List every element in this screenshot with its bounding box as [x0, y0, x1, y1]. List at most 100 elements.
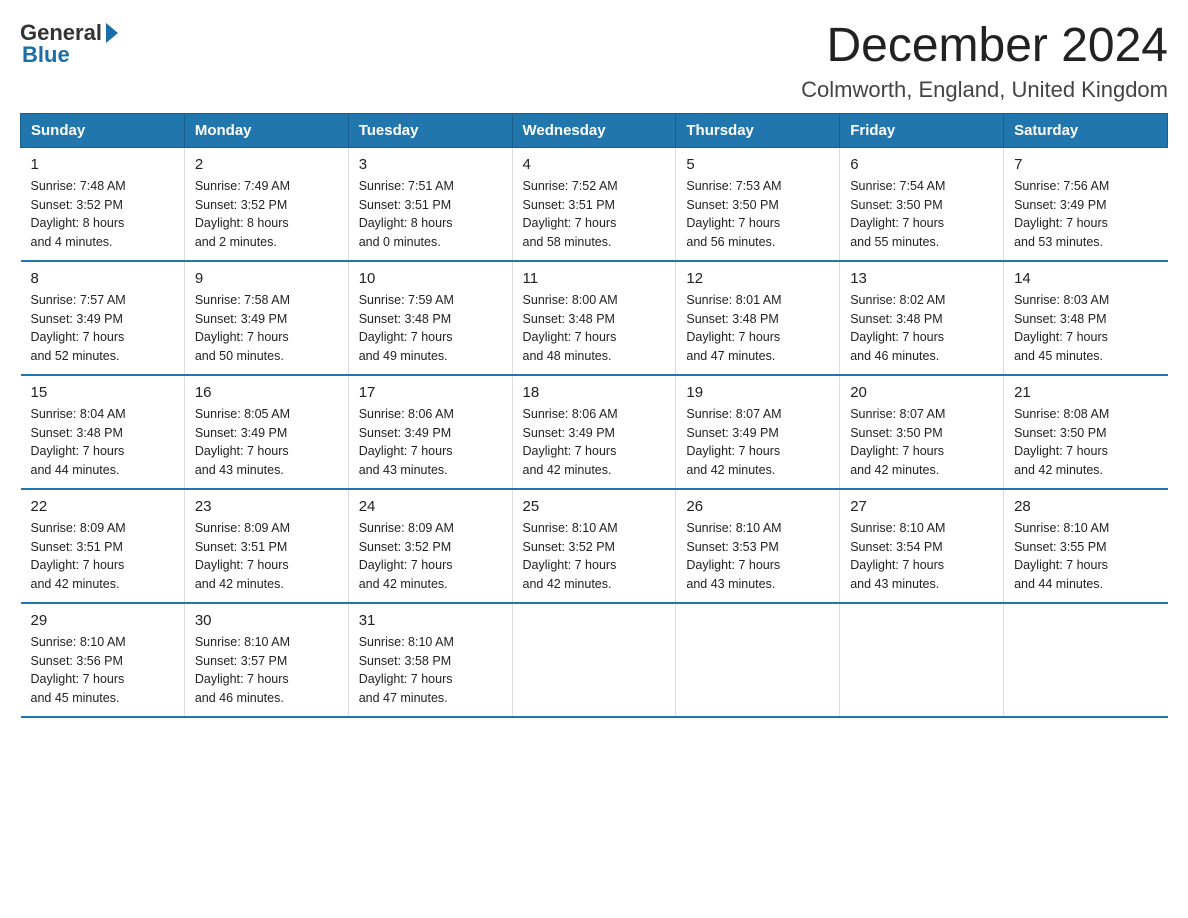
day-number: 24 [359, 498, 502, 515]
day-number: 4 [523, 156, 666, 173]
day-cell: 8 Sunrise: 7:57 AMSunset: 3:49 PMDayligh… [21, 261, 185, 375]
day-info: Sunrise: 7:54 AMSunset: 3:50 PMDaylight:… [850, 177, 993, 252]
header-cell-monday: Monday [184, 113, 348, 147]
day-cell: 16 Sunrise: 8:05 AMSunset: 3:49 PMDaylig… [184, 375, 348, 489]
day-cell: 30 Sunrise: 8:10 AMSunset: 3:57 PMDaylig… [184, 603, 348, 717]
day-cell [840, 603, 1004, 717]
day-cell: 31 Sunrise: 8:10 AMSunset: 3:58 PMDaylig… [348, 603, 512, 717]
day-number: 3 [359, 156, 502, 173]
day-number: 23 [195, 498, 338, 515]
day-number: 1 [31, 156, 174, 173]
header-cell-wednesday: Wednesday [512, 113, 676, 147]
day-cell: 13 Sunrise: 8:02 AMSunset: 3:48 PMDaylig… [840, 261, 1004, 375]
header-cell-friday: Friday [840, 113, 1004, 147]
calendar-header: SundayMondayTuesdayWednesdayThursdayFrid… [21, 113, 1168, 147]
day-info: Sunrise: 8:09 AMSunset: 3:51 PMDaylight:… [31, 519, 174, 594]
day-info: Sunrise: 8:08 AMSunset: 3:50 PMDaylight:… [1014, 405, 1157, 480]
day-info: Sunrise: 7:51 AMSunset: 3:51 PMDaylight:… [359, 177, 502, 252]
day-number: 5 [686, 156, 829, 173]
page-header: General Blue December 2024 Colmworth, En… [20, 20, 1168, 103]
day-cell: 1 Sunrise: 7:48 AMSunset: 3:52 PMDayligh… [21, 147, 185, 261]
day-cell: 4 Sunrise: 7:52 AMSunset: 3:51 PMDayligh… [512, 147, 676, 261]
header-cell-thursday: Thursday [676, 113, 840, 147]
day-number: 9 [195, 270, 338, 287]
day-number: 25 [523, 498, 666, 515]
day-number: 15 [31, 384, 174, 401]
day-number: 13 [850, 270, 993, 287]
day-info: Sunrise: 7:59 AMSunset: 3:48 PMDaylight:… [359, 291, 502, 366]
day-info: Sunrise: 7:53 AMSunset: 3:50 PMDaylight:… [686, 177, 829, 252]
calendar-subtitle: Colmworth, England, United Kingdom [801, 77, 1168, 103]
day-cell: 18 Sunrise: 8:06 AMSunset: 3:49 PMDaylig… [512, 375, 676, 489]
day-cell: 25 Sunrise: 8:10 AMSunset: 3:52 PMDaylig… [512, 489, 676, 603]
day-info: Sunrise: 8:07 AMSunset: 3:50 PMDaylight:… [850, 405, 993, 480]
header-row: SundayMondayTuesdayWednesdayThursdayFrid… [21, 113, 1168, 147]
day-cell [676, 603, 840, 717]
day-number: 17 [359, 384, 502, 401]
day-cell: 11 Sunrise: 8:00 AMSunset: 3:48 PMDaylig… [512, 261, 676, 375]
day-cell: 22 Sunrise: 8:09 AMSunset: 3:51 PMDaylig… [21, 489, 185, 603]
day-number: 31 [359, 612, 502, 629]
header-cell-saturday: Saturday [1004, 113, 1168, 147]
day-cell: 26 Sunrise: 8:10 AMSunset: 3:53 PMDaylig… [676, 489, 840, 603]
day-info: Sunrise: 8:10 AMSunset: 3:53 PMDaylight:… [686, 519, 829, 594]
day-cell: 23 Sunrise: 8:09 AMSunset: 3:51 PMDaylig… [184, 489, 348, 603]
day-info: Sunrise: 7:48 AMSunset: 3:52 PMDaylight:… [31, 177, 174, 252]
day-info: Sunrise: 8:10 AMSunset: 3:56 PMDaylight:… [31, 633, 174, 708]
day-cell: 5 Sunrise: 7:53 AMSunset: 3:50 PMDayligh… [676, 147, 840, 261]
day-cell: 21 Sunrise: 8:08 AMSunset: 3:50 PMDaylig… [1004, 375, 1168, 489]
day-number: 7 [1014, 156, 1157, 173]
calendar-title: December 2024 [801, 20, 1168, 73]
day-number: 30 [195, 612, 338, 629]
day-info: Sunrise: 8:09 AMSunset: 3:52 PMDaylight:… [359, 519, 502, 594]
day-cell: 20 Sunrise: 8:07 AMSunset: 3:50 PMDaylig… [840, 375, 1004, 489]
day-info: Sunrise: 7:57 AMSunset: 3:49 PMDaylight:… [31, 291, 174, 366]
day-cell: 28 Sunrise: 8:10 AMSunset: 3:55 PMDaylig… [1004, 489, 1168, 603]
day-cell: 7 Sunrise: 7:56 AMSunset: 3:49 PMDayligh… [1004, 147, 1168, 261]
day-cell: 17 Sunrise: 8:06 AMSunset: 3:49 PMDaylig… [348, 375, 512, 489]
day-info: Sunrise: 8:02 AMSunset: 3:48 PMDaylight:… [850, 291, 993, 366]
day-cell: 19 Sunrise: 8:07 AMSunset: 3:49 PMDaylig… [676, 375, 840, 489]
day-info: Sunrise: 8:07 AMSunset: 3:49 PMDaylight:… [686, 405, 829, 480]
day-cell: 29 Sunrise: 8:10 AMSunset: 3:56 PMDaylig… [21, 603, 185, 717]
day-number: 29 [31, 612, 174, 629]
day-number: 10 [359, 270, 502, 287]
day-info: Sunrise: 8:10 AMSunset: 3:54 PMDaylight:… [850, 519, 993, 594]
day-info: Sunrise: 7:49 AMSunset: 3:52 PMDaylight:… [195, 177, 338, 252]
day-cell: 24 Sunrise: 8:09 AMSunset: 3:52 PMDaylig… [348, 489, 512, 603]
week-row-4: 22 Sunrise: 8:09 AMSunset: 3:51 PMDaylig… [21, 489, 1168, 603]
day-number: 11 [523, 270, 666, 287]
day-cell: 14 Sunrise: 8:03 AMSunset: 3:48 PMDaylig… [1004, 261, 1168, 375]
logo: General Blue [20, 20, 118, 68]
title-block: December 2024 Colmworth, England, United… [801, 20, 1168, 103]
day-info: Sunrise: 7:58 AMSunset: 3:49 PMDaylight:… [195, 291, 338, 366]
day-number: 28 [1014, 498, 1157, 515]
day-info: Sunrise: 8:09 AMSunset: 3:51 PMDaylight:… [195, 519, 338, 594]
day-info: Sunrise: 8:03 AMSunset: 3:48 PMDaylight:… [1014, 291, 1157, 366]
day-info: Sunrise: 7:52 AMSunset: 3:51 PMDaylight:… [523, 177, 666, 252]
day-number: 18 [523, 384, 666, 401]
day-number: 21 [1014, 384, 1157, 401]
day-number: 2 [195, 156, 338, 173]
day-number: 27 [850, 498, 993, 515]
day-number: 12 [686, 270, 829, 287]
day-cell: 2 Sunrise: 7:49 AMSunset: 3:52 PMDayligh… [184, 147, 348, 261]
header-cell-tuesday: Tuesday [348, 113, 512, 147]
day-info: Sunrise: 8:06 AMSunset: 3:49 PMDaylight:… [359, 405, 502, 480]
week-row-2: 8 Sunrise: 7:57 AMSunset: 3:49 PMDayligh… [21, 261, 1168, 375]
day-number: 6 [850, 156, 993, 173]
calendar-body: 1 Sunrise: 7:48 AMSunset: 3:52 PMDayligh… [21, 147, 1168, 717]
logo-blue-text: Blue [22, 42, 70, 68]
day-cell: 12 Sunrise: 8:01 AMSunset: 3:48 PMDaylig… [676, 261, 840, 375]
day-info: Sunrise: 8:00 AMSunset: 3:48 PMDaylight:… [523, 291, 666, 366]
day-cell: 15 Sunrise: 8:04 AMSunset: 3:48 PMDaylig… [21, 375, 185, 489]
day-info: Sunrise: 7:56 AMSunset: 3:49 PMDaylight:… [1014, 177, 1157, 252]
day-info: Sunrise: 8:10 AMSunset: 3:55 PMDaylight:… [1014, 519, 1157, 594]
day-info: Sunrise: 8:04 AMSunset: 3:48 PMDaylight:… [31, 405, 174, 480]
day-number: 8 [31, 270, 174, 287]
day-cell [512, 603, 676, 717]
day-cell [1004, 603, 1168, 717]
header-cell-sunday: Sunday [21, 113, 185, 147]
day-cell: 27 Sunrise: 8:10 AMSunset: 3:54 PMDaylig… [840, 489, 1004, 603]
day-info: Sunrise: 8:10 AMSunset: 3:58 PMDaylight:… [359, 633, 502, 708]
